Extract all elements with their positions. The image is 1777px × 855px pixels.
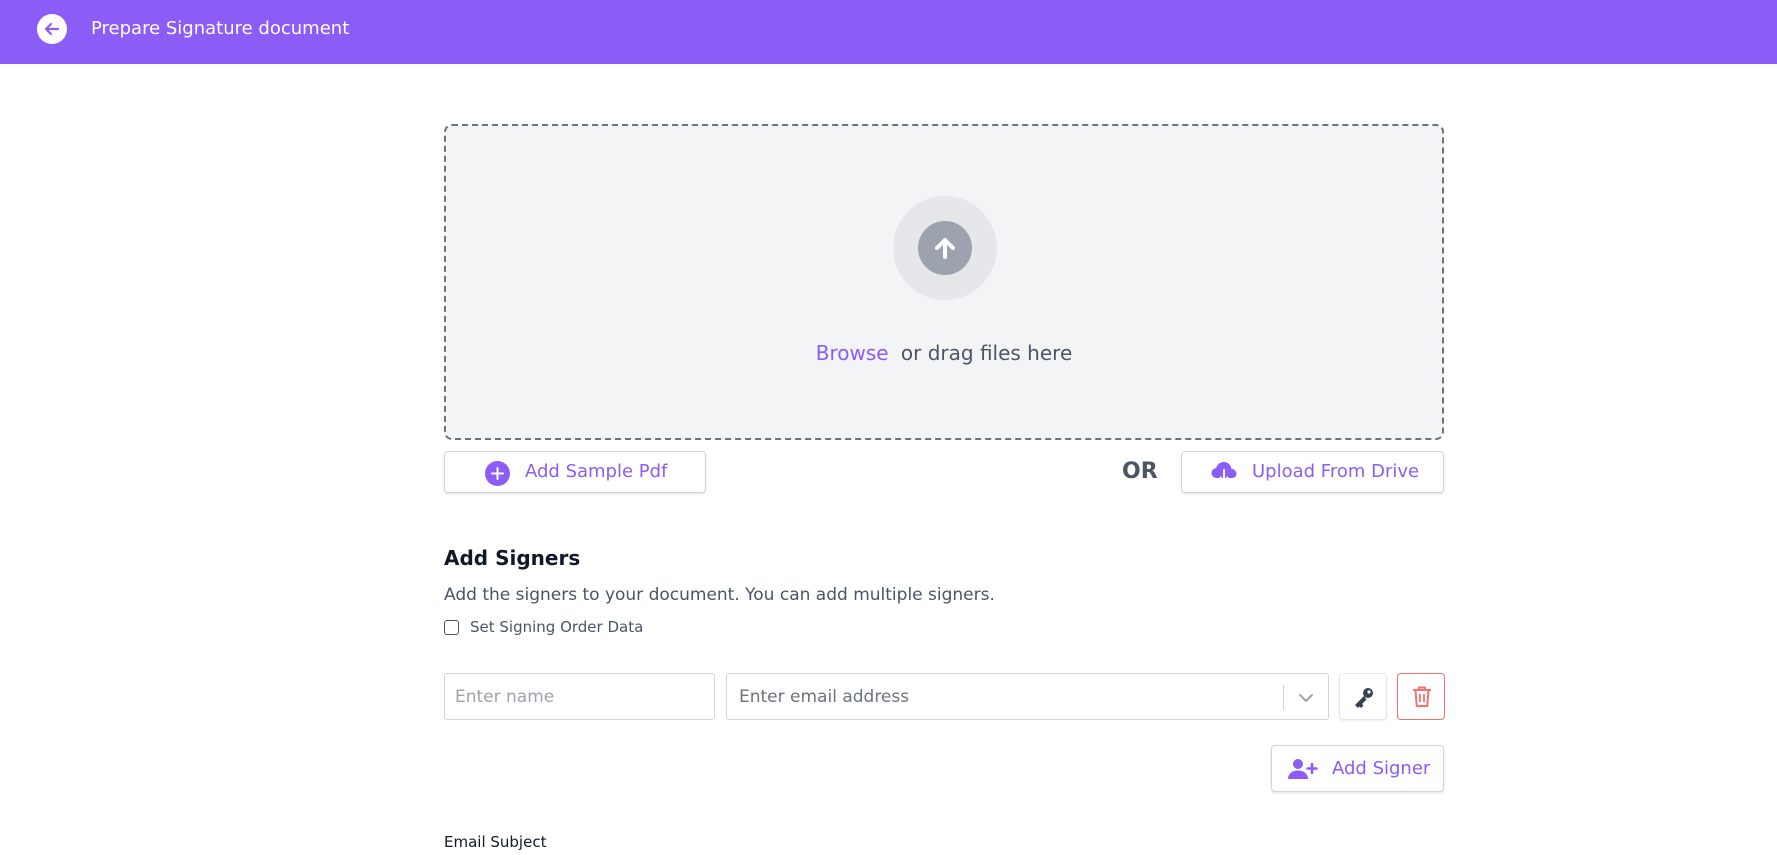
browse-link[interactable]: Browse — [816, 341, 889, 365]
arrow-up-icon — [935, 238, 955, 259]
signer-delete-button[interactable] — [1397, 673, 1445, 720]
key-icon — [1355, 688, 1373, 708]
signer-name-input[interactable] — [444, 673, 715, 720]
signing-order-label: Set Signing Order Data — [470, 618, 644, 636]
upload-from-drive-button[interactable]: Upload From Drive — [1181, 451, 1444, 493]
top-bar: Prepare Signature document — [0, 0, 1777, 64]
arrow-left-icon — [44, 22, 60, 36]
signing-order-checkbox[interactable] — [444, 620, 459, 635]
drag-files-label: or drag files here — [900, 341, 1073, 365]
back-button[interactable] — [37, 14, 67, 44]
upload-from-drive-label: Upload From Drive — [1252, 461, 1420, 482]
plus-circle-icon — [485, 461, 510, 486]
page-title: Prepare Signature document — [91, 18, 350, 39]
select-divider — [1283, 685, 1284, 710]
chevron-down-icon — [1299, 694, 1313, 702]
add-signers-heading: Add Signers — [444, 546, 581, 570]
add-sample-pdf-label: Add Sample Pdf — [525, 461, 668, 482]
upload-icon-container — [893, 196, 997, 300]
email-subject-label: Email Subject — [444, 833, 547, 851]
add-signer-label: Add Signer — [1332, 758, 1431, 779]
or-separator: OR — [1122, 459, 1158, 484]
user-plus-icon — [1288, 759, 1318, 779]
trash-icon — [1413, 686, 1431, 707]
cloud-download-icon — [1211, 462, 1237, 482]
file-dropzone[interactable]: Browse or drag files here — [444, 124, 1444, 440]
email-placeholder: Enter email address — [739, 687, 910, 707]
dropzone-text: Browse or drag files here — [446, 340, 1442, 366]
add-signer-button[interactable]: Add Signer — [1271, 745, 1444, 792]
signer-email-select[interactable]: Enter email address — [726, 673, 1329, 720]
add-signers-description: Add the signers to your document. You ca… — [444, 585, 995, 605]
add-sample-pdf-button[interactable]: Add Sample Pdf — [444, 451, 706, 493]
signer-key-button[interactable] — [1339, 673, 1387, 720]
